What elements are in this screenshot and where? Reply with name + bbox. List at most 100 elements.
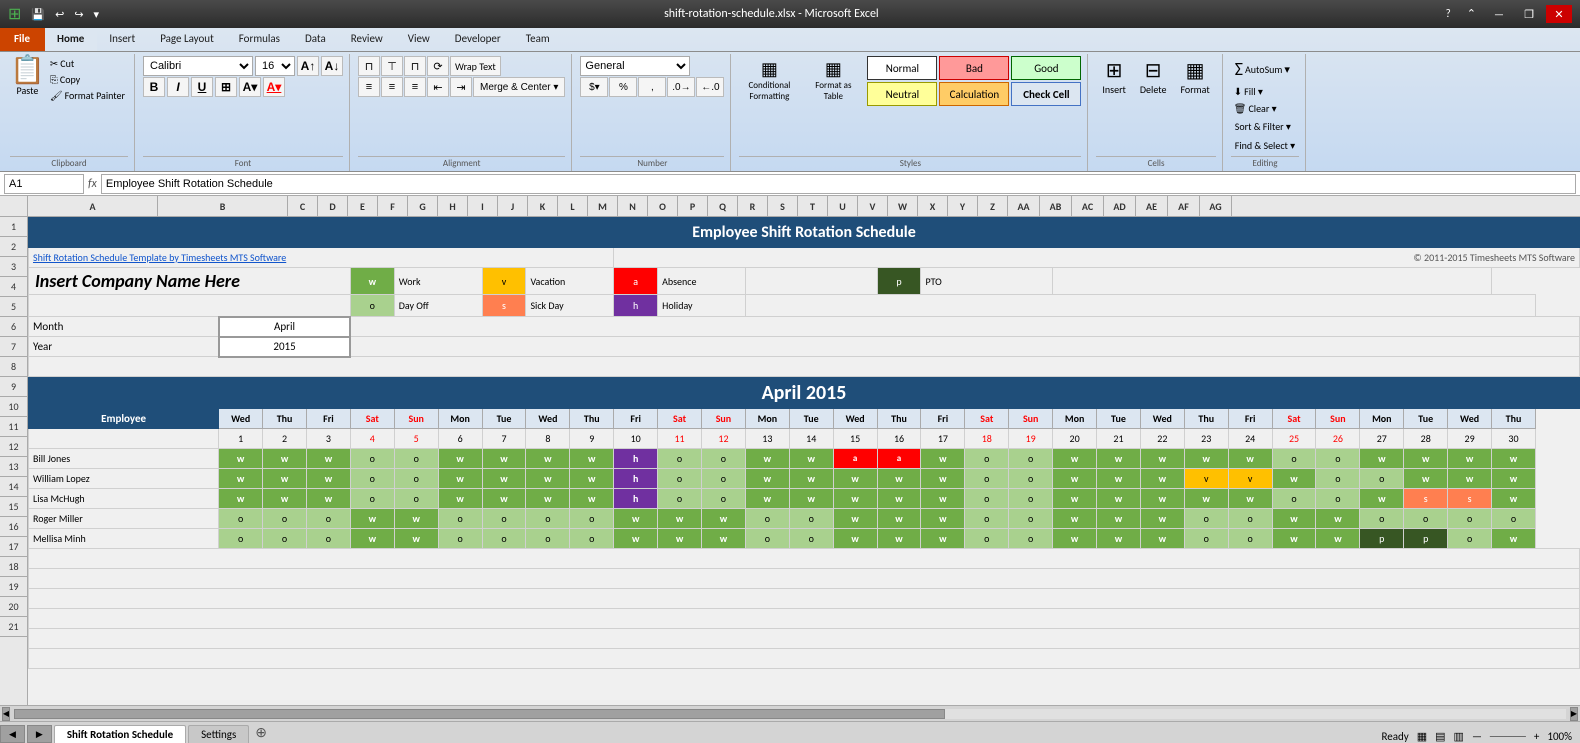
col-header-v[interactable]: V [858,196,888,216]
tab-insert[interactable]: Insert [97,28,148,51]
col-header-ae[interactable]: AE [1136,196,1168,216]
emp-1-d16[interactable]: a [877,449,921,469]
col-header-r[interactable]: R [738,196,768,216]
font-size-select[interactable]: 16 11 [255,56,295,76]
emp-2-d8[interactable]: w [526,469,570,489]
emp-1-d4[interactable]: o [350,449,394,469]
emp-2-d21[interactable]: w [1097,469,1141,489]
emp-1-d12[interactable]: o [702,449,746,469]
emp-5-d10[interactable]: w [614,529,658,549]
emp-3-d25[interactable]: o [1272,489,1316,509]
orient-btn[interactable]: ⟳ [427,56,449,76]
emp-2-d24[interactable]: v [1228,469,1272,489]
paste-button[interactable]: 📋 Paste [10,56,45,97]
tab-settings[interactable]: Settings [188,725,249,743]
delete-btn[interactable]: ⊟ Delete [1134,56,1173,98]
tab-formulas[interactable]: Formulas [227,28,293,51]
emp-3-name[interactable]: Lisa McHugh [29,489,219,509]
emp-3-d23[interactable]: w [1184,489,1228,509]
emp-2-d5[interactable]: o [394,469,438,489]
emp-4-d18[interactable]: o [965,509,1009,529]
emp-1-d11[interactable]: o [658,449,702,469]
emp-2-d25[interactable]: w [1272,469,1316,489]
emp-3-d1[interactable]: w [219,489,263,509]
emp-3-d30[interactable]: w [1492,489,1536,509]
emp-1-d29[interactable]: w [1448,449,1492,469]
underline-btn[interactable]: U [191,77,213,97]
emp-5-d29[interactable]: o [1448,529,1492,549]
formula-input[interactable]: Employee Shift Rotation Schedule [101,174,1576,194]
emp-5-d15[interactable]: w [833,529,877,549]
emp-3-d13[interactable]: w [745,489,789,509]
emp-3-d14[interactable]: w [789,489,833,509]
h-scrollbar-track[interactable] [14,709,1566,719]
col-header-z[interactable]: Z [978,196,1008,216]
close-btn[interactable]: ✕ [1546,5,1572,23]
indent-less-btn[interactable]: ⇤ [427,77,449,97]
emp-1-d5[interactable]: o [394,449,438,469]
emp-3-d4[interactable]: o [350,489,394,509]
col-header-e[interactable]: E [348,196,378,216]
page-break-btn[interactable]: ▥ [1454,730,1464,743]
style-bad-btn[interactable]: Bad [939,56,1009,80]
emp-3-d2[interactable]: w [263,489,307,509]
redo-quick-btn[interactable]: ↪ [70,6,87,23]
emp-5-d23[interactable]: o [1184,529,1228,549]
emp-1-d28[interactable]: w [1404,449,1448,469]
tab-file[interactable]: File [0,28,45,51]
emp-4-d1[interactable]: o [219,509,263,529]
emp-5-d14[interactable]: o [789,529,833,549]
emp-1-d23[interactable]: w [1184,449,1228,469]
col-header-a[interactable]: A [28,196,158,216]
emp-3-d5[interactable]: o [394,489,438,509]
emp-5-d28[interactable]: p [1404,529,1448,549]
emp-5-d6[interactable]: o [438,529,482,549]
year-value[interactable]: 2015 [219,337,351,357]
emp-2-d2[interactable]: w [263,469,307,489]
emp-3-d12[interactable]: o [702,489,746,509]
emp-5-d24[interactable]: o [1228,529,1272,549]
emp-2-d13[interactable]: w [745,469,789,489]
emp-4-d11[interactable]: w [658,509,702,529]
emp-5-d16[interactable]: w [877,529,921,549]
col-header-w[interactable]: W [888,196,918,216]
emp-2-d16[interactable]: w [877,469,921,489]
format-as-table-btn[interactable]: ▦ Format as Table [803,56,863,106]
emp-2-d26[interactable]: o [1316,469,1360,489]
wrap-text-btn[interactable]: Wrap Text [450,56,501,76]
emp-4-d15[interactable]: w [833,509,877,529]
help-btn[interactable]: ? [1440,5,1457,23]
tab-review[interactable]: Review [339,28,396,51]
font-name-select[interactable]: Calibri [143,56,253,76]
emp-2-d29[interactable]: w [1448,469,1492,489]
emp-1-d2[interactable]: w [263,449,307,469]
col-header-af[interactable]: AF [1168,196,1200,216]
align-center-btn[interactable]: ≡ [381,77,403,97]
cut-button[interactable]: ✂ Cut [47,56,128,71]
emp-4-d5[interactable]: w [394,509,438,529]
find-select-btn[interactable]: Find & Select ▾ [1231,137,1299,154]
col-header-ad[interactable]: AD [1104,196,1136,216]
emp-4-d28[interactable]: o [1404,509,1448,529]
emp-3-d19[interactable]: o [1009,489,1053,509]
percent-btn[interactable]: % [609,77,637,97]
emp-5-d11[interactable]: w [658,529,702,549]
emp-3-d28[interactable]: s [1404,489,1448,509]
format-btn[interactable]: ▦ Format [1174,56,1215,98]
emp-4-d9[interactable]: o [570,509,614,529]
emp-3-d6[interactable]: w [438,489,482,509]
emp-1-d22[interactable]: w [1140,449,1184,469]
italic-btn[interactable]: I [167,77,189,97]
emp-4-d19[interactable]: o [1009,509,1053,529]
emp-5-d26[interactable]: w [1316,529,1360,549]
emp-3-d10[interactable]: h [614,489,658,509]
tab-developer[interactable]: Developer [443,28,514,51]
emp-2-d15[interactable]: w [833,469,877,489]
emp-2-d1[interactable]: w [219,469,263,489]
emp-2-d6[interactable]: w [438,469,482,489]
fill-btn[interactable]: ⬇ Fill ▾ [1231,84,1266,99]
align-top-left-btn[interactable]: ⊓ [358,56,380,76]
emp-4-d17[interactable]: w [921,509,965,529]
style-check-cell-btn[interactable]: Check Cell [1011,82,1081,106]
col-header-m[interactable]: M [588,196,618,216]
